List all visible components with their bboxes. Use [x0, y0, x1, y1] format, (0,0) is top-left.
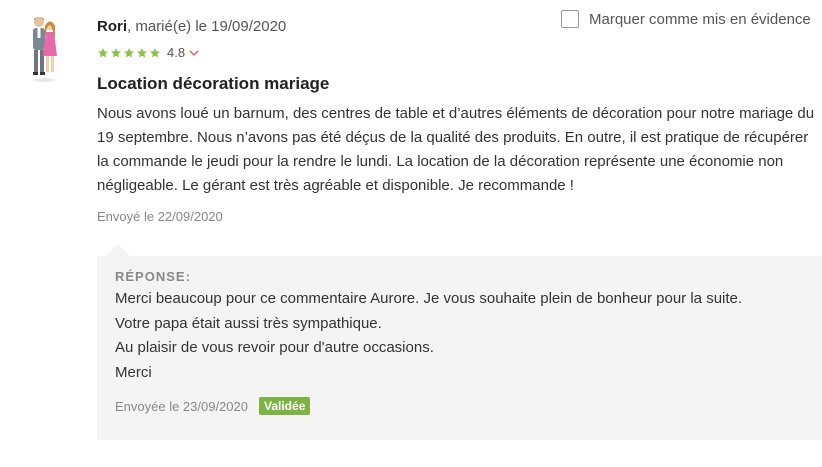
review-author: Rori, marié(e) le 19/09/2020 — [97, 18, 286, 35]
review-body: Nous avons loué un barnum, des centres d… — [97, 105, 815, 194]
star-icon — [111, 47, 121, 57]
reply-line: Merci — [115, 363, 152, 381]
author-wedding-date: , marié(e) le 19/09/2020 — [127, 18, 287, 35]
star-icon — [124, 47, 134, 57]
rating-value: 4.8 — [167, 45, 186, 60]
review-title: Location décoration mariage — [97, 74, 330, 93]
review-sent-date: Envoyé le 22/09/2020 — [97, 209, 223, 224]
reply-pointer — [106, 244, 130, 256]
highlight-checkbox[interactable] — [561, 10, 579, 28]
reply-box: RÉPONSE: Merci beaucoup pour ce commenta… — [97, 256, 822, 440]
reply-sent-date: Envoyée le 23/09/2020 — [115, 398, 248, 414]
star-icon — [137, 47, 147, 57]
highlight-label: Marquer comme mis en évidence — [589, 10, 811, 28]
reply-text: Merci beaucoup pour ce commentaire Auror… — [115, 287, 742, 385]
status-badge: Validée — [259, 397, 311, 415]
highlight-toggle[interactable]: Marquer comme mis en évidence — [561, 10, 811, 28]
reply-line: Au plaisir de vous revoir pour d'autre o… — [115, 339, 434, 356]
star-icon — [150, 47, 160, 57]
star-rating — [97, 47, 161, 59]
reply-line: Votre papa était aussi très sympathique. — [115, 314, 382, 332]
rating[interactable]: 4.8 — [97, 45, 199, 60]
reply-footer: Envoyée le 23/09/2020 Validée — [115, 397, 311, 415]
author-name: Rori — [97, 18, 127, 35]
avatar — [33, 17, 57, 82]
star-icon — [98, 47, 108, 57]
chevron-down-icon[interactable] — [189, 49, 199, 57]
reply-label: RÉPONSE: — [115, 269, 191, 284]
reply-line: Merci beaucoup pour ce commentaire Auror… — [115, 290, 743, 307]
